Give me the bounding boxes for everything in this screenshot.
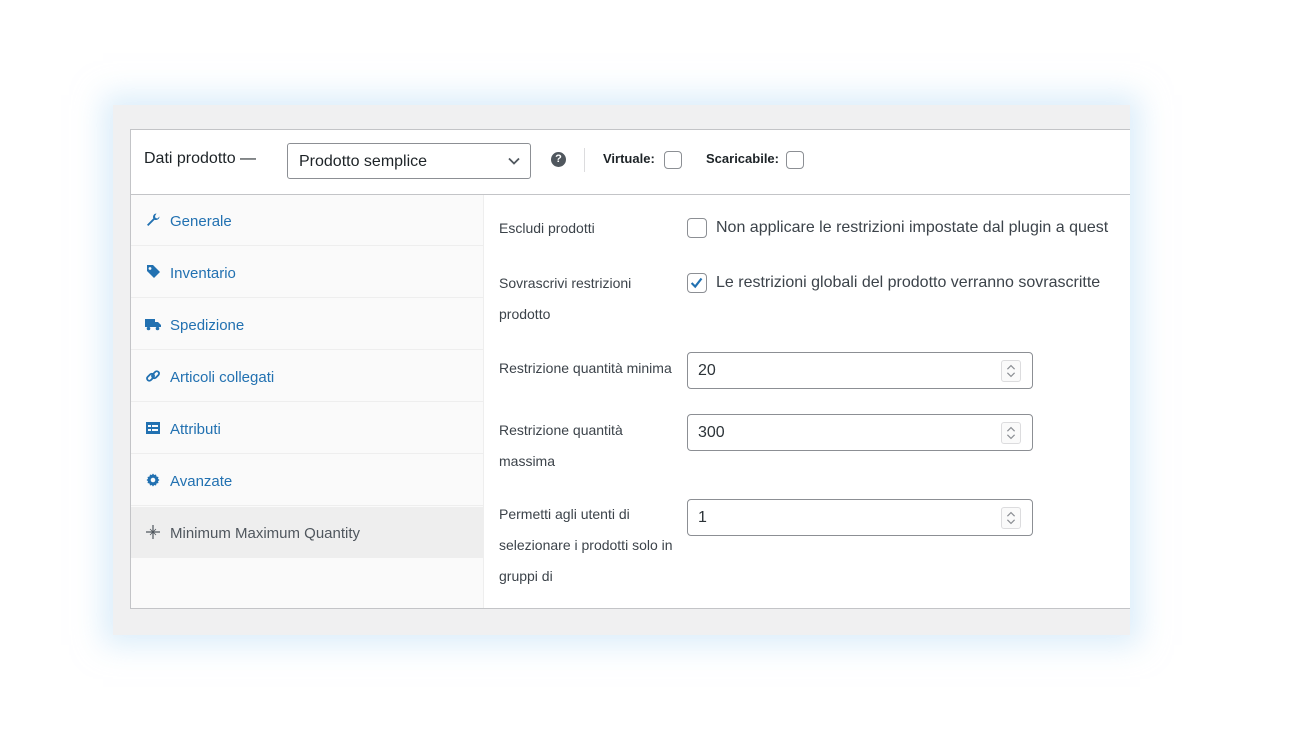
max-quantity-label-line2: massima: [499, 453, 556, 469]
group-quantity-label-line2: selezionare i prodotti solo in: [499, 537, 673, 553]
tag-icon: [147, 265, 160, 278]
tab-generale[interactable]: Generale: [131, 195, 483, 246]
downloadable-label: Scaricabile:: [706, 151, 779, 166]
tab-spedizione[interactable]: Spedizione: [131, 299, 483, 350]
override-restrictions-label-line2: prodotto: [499, 306, 551, 322]
override-restrictions-checkbox[interactable]: [687, 273, 707, 293]
wrench-icon: [147, 213, 160, 226]
max-quantity-value: 300: [698, 424, 725, 441]
exclude-products-label: Escludi prodotti: [499, 220, 595, 236]
screenshot-frame: Dati prodotto — Prodotto semplice ? Virt…: [113, 105, 1130, 635]
tab-avanzate[interactable]: Avanzate: [131, 455, 483, 506]
list-icon: [146, 422, 160, 434]
min-quantity-label: Restrizione quantità minima: [499, 360, 672, 376]
gear-icon: [146, 473, 160, 487]
group-quantity-input[interactable]: 1: [687, 499, 1033, 536]
tab-attributi[interactable]: Attributi: [131, 403, 483, 454]
help-icon[interactable]: ?: [551, 152, 566, 167]
virtual-label: Virtuale:: [603, 151, 655, 166]
tab-label-generale: Generale: [170, 213, 232, 230]
virtual-checkbox[interactable]: [664, 151, 682, 169]
max-quantity-input[interactable]: 300: [687, 414, 1033, 451]
group-quantity-label-line1: Permetti agli utenti di: [499, 506, 630, 522]
sparkle-icon: [146, 525, 160, 539]
product-data-panel: Dati prodotto — Prodotto semplice ? Virt…: [130, 129, 1130, 609]
downloadable-checkbox[interactable]: [786, 151, 804, 169]
exclude-products-checkbox[interactable]: [687, 218, 707, 238]
tab-articoli-collegati[interactable]: Articoli collegati: [131, 351, 483, 402]
tab-label-spedizione: Spedizione: [170, 317, 245, 334]
header-divider: [584, 148, 585, 172]
override-restrictions-label-line1: Sovrascrivi restrizioni: [499, 275, 632, 291]
chevron-down-icon: [508, 157, 520, 165]
exclude-products-description: Non applicare le restrizioni impostate d…: [716, 219, 1109, 236]
tab-label-avanzate: Avanzate: [170, 473, 233, 490]
min-quantity-input[interactable]: 20: [687, 352, 1033, 389]
product-data-header: Dati prodotto — Prodotto semplice ? Virt…: [131, 130, 1130, 195]
min-quantity-value: 20: [698, 362, 716, 379]
spinner-icon[interactable]: [1001, 360, 1021, 382]
tab-label-inventario: Inventario: [170, 265, 236, 282]
group-quantity-label-line3: gruppi di: [499, 568, 553, 584]
tab-label-articoli-collegati: Articoli collegati: [170, 369, 275, 386]
tab-inventario[interactable]: Inventario: [131, 247, 483, 298]
spinner-icon[interactable]: [1001, 422, 1021, 444]
group-quantity-value: 1: [698, 509, 707, 526]
panel-title: Dati prodotto —: [144, 150, 257, 167]
tab-label-attributi: Attributi: [170, 421, 221, 438]
override-restrictions-description: Le restrizioni globali del prodotto verr…: [716, 274, 1101, 291]
tab-label-minimum-maximum-quantity: Minimum Maximum Quantity: [170, 525, 361, 542]
max-quantity-label-line1: Restrizione quantità: [499, 422, 623, 438]
product-type-select[interactable]: Prodotto semplice: [287, 143, 531, 179]
spinner-icon[interactable]: [1001, 507, 1021, 529]
tab-minimum-maximum-quantity[interactable]: Minimum Maximum Quantity: [131, 507, 483, 558]
checkmark-icon: [690, 277, 703, 289]
product-type-value: Prodotto semplice: [299, 153, 428, 170]
product-data-tabs: Generale Inventario Spedizione Articoli …: [131, 195, 484, 608]
truck-icon: [145, 319, 161, 331]
link-icon: [146, 370, 160, 382]
